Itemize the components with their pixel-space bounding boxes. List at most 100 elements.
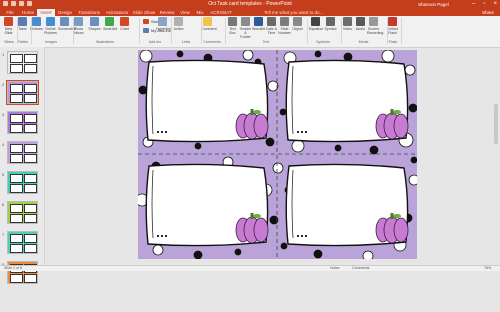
ribbon-button-label: Symbol <box>324 27 337 31</box>
zoom-level[interactable]: 76% <box>484 266 491 271</box>
tab-mix[interactable]: Mix <box>193 9 207 16</box>
notes-button[interactable]: Notes <box>330 266 339 271</box>
tab-acrobat[interactable]: ACROBAT <box>208 9 234 16</box>
slide-thumbnail[interactable] <box>7 201 38 224</box>
card-dot <box>156 130 160 134</box>
thumbnail-card <box>24 124 37 133</box>
tab-design[interactable]: Design <box>56 9 74 16</box>
tab-view[interactable]: View <box>177 9 193 16</box>
polka-dot <box>280 242 288 250</box>
ribbon-group-label: Symbols <box>316 40 330 44</box>
tab-home[interactable]: Home <box>20 9 36 16</box>
video-button[interactable]: Video <box>341 17 354 31</box>
share-button[interactable]: Share <box>482 9 494 16</box>
tab-animations[interactable]: Animations <box>104 9 130 16</box>
ribbon-button-label: Date & Time <box>266 27 277 35</box>
comment-button[interactable]: Comment <box>201 17 217 31</box>
slide-number-icon <box>280 17 289 26</box>
online-pictures-button[interactable]: Online Pictures <box>44 17 57 35</box>
thumbnail-card <box>10 154 23 163</box>
ribbon-group-separator <box>401 18 402 44</box>
tab-review[interactable]: Review <box>158 9 176 16</box>
ribbon: Store My Add-ins New Slide Table Pictures O… <box>0 16 500 48</box>
slide-thumbnail[interactable] <box>7 141 38 164</box>
wordart-button[interactable]: WordArt <box>252 17 265 31</box>
thumbnail-card <box>10 214 23 223</box>
object-button[interactable]: Object <box>291 17 304 31</box>
equation-button[interactable]: Equation <box>309 17 323 31</box>
thumbnail-number: 1 <box>2 52 5 57</box>
vertical-scrollbar[interactable] <box>492 94 500 312</box>
slide-artwork <box>138 50 417 259</box>
action-button[interactable]: Action <box>172 17 185 31</box>
shapes-button[interactable]: Shapes <box>88 17 101 31</box>
pumpkin-leaf <box>253 110 261 114</box>
polka-dot <box>176 50 184 58</box>
screen-recording-button[interactable]: Screen Recording <box>367 17 383 35</box>
object-icon <box>293 17 302 26</box>
polka-dot <box>381 50 395 63</box>
thumbnail-card <box>24 54 37 63</box>
window-controls: – ▫ × <box>472 1 497 7</box>
slide-thumbnail[interactable] <box>7 231 38 254</box>
thumbnail-number: 5 <box>2 172 5 177</box>
task-card[interactable] <box>145 59 269 143</box>
thumbnail-card <box>24 94 37 103</box>
audio-button[interactable]: Audio <box>354 17 367 31</box>
slide-thumbnail[interactable] <box>6 80 39 105</box>
slide-thumbnail-pane[interactable]: 12345678 <box>0 47 45 284</box>
thumbnail-card <box>10 124 23 133</box>
maximize-button[interactable]: ▫ <box>483 1 485 7</box>
comment-icon <box>203 17 212 26</box>
task-card[interactable] <box>285 163 409 247</box>
user-name[interactable]: Shannon Pagel <box>418 1 449 8</box>
tab-slide-show[interactable]: Slide Show <box>131 9 157 16</box>
scroll-thumb[interactable] <box>494 104 498 144</box>
ribbon-group-label: Comments <box>203 40 221 44</box>
screenshot-button[interactable]: Screenshot <box>58 17 76 31</box>
thumbnail-card <box>24 204 37 213</box>
date-time-button[interactable]: Date & Time <box>265 17 278 35</box>
chart-button[interactable]: Chart <box>118 17 131 31</box>
text-box-icon <box>228 17 237 26</box>
slide-canvas[interactable] <box>138 50 417 259</box>
card-dot <box>160 130 164 134</box>
pumpkin-leaf <box>393 214 401 218</box>
tab-transitions[interactable]: Transitions <box>76 9 102 16</box>
close-button[interactable]: × <box>493 1 497 7</box>
header-footer-button[interactable]: Header & Footer <box>239 17 252 39</box>
thumbnail-number: 3 <box>2 112 5 117</box>
add-ins-icon <box>143 28 149 33</box>
ribbon-button-label: New Slide <box>4 27 13 35</box>
polka-dot <box>410 156 417 164</box>
audio-icon <box>356 17 365 26</box>
thumbnail-card <box>24 234 37 243</box>
card-dot <box>156 234 160 238</box>
equation-icon <box>311 17 320 26</box>
video-icon <box>343 17 352 26</box>
thumbnail-card <box>24 64 37 73</box>
comments-button[interactable]: Comments <box>352 266 369 271</box>
tab-file[interactable]: File <box>2 9 18 16</box>
symbol-button[interactable]: Symbol <box>324 17 337 31</box>
task-card[interactable] <box>285 59 409 143</box>
slide-thumbnail[interactable] <box>7 111 38 134</box>
title-bar: Oct Task card templates - PowerPoint Sha… <box>0 0 500 9</box>
tab-insert[interactable]: Insert <box>37 9 55 16</box>
tell-me-search[interactable]: Tell me what you want to do... <box>264 9 323 16</box>
slide-number-button[interactable]: Slide Number <box>278 17 291 35</box>
ribbon-group-label: Tables <box>17 40 29 44</box>
card-dot <box>160 234 164 238</box>
text-box-button[interactable]: Text Box <box>226 17 239 35</box>
minimize-button[interactable]: – <box>472 1 475 7</box>
hyperlink-button[interactable]: Hyperlink <box>156 17 171 31</box>
smartart-button[interactable]: SmartArt <box>103 17 117 31</box>
slide-thumbnail[interactable] <box>7 51 38 74</box>
polka-dot <box>404 64 416 76</box>
ribbon-button-label: Video <box>342 27 353 31</box>
card-dot <box>300 130 304 134</box>
slide-thumbnail[interactable] <box>7 171 38 194</box>
thumbnail-card <box>10 94 23 103</box>
new-slide-button[interactable]: New Slide <box>2 17 15 35</box>
task-card[interactable] <box>145 163 269 247</box>
